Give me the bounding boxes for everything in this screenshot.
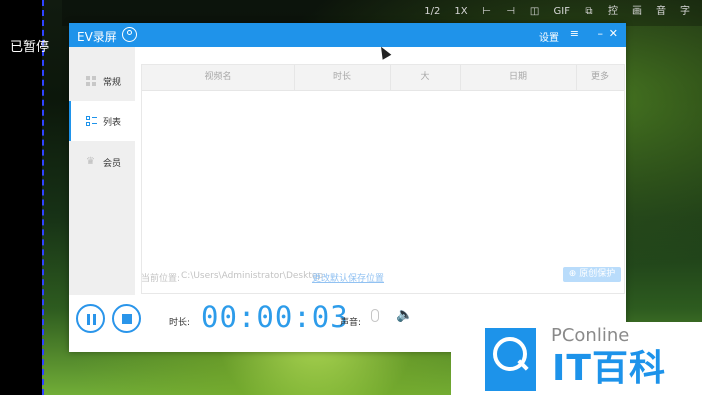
change-save-location-link[interactable]: 更改默认保存位置 <box>312 271 384 284</box>
sidebar: 常规 列表 ♛ 会员 <box>69 47 135 295</box>
path-label: 当前位置: <box>141 274 181 284</box>
page-indicator[interactable]: 1/2 <box>424 6 440 18</box>
menu-icon[interactable]: ≡ <box>570 27 579 40</box>
paused-status-text: 已暂停 <box>10 40 50 55</box>
trim-end-icon[interactable]: ⊣ <box>506 6 516 18</box>
microphone-icon[interactable] <box>371 309 379 322</box>
text-button[interactable]: 字 <box>680 6 690 18</box>
pause-button[interactable] <box>76 304 105 333</box>
sidebar-item-label: 常规 <box>103 77 122 88</box>
watermark-product: IT百科 <box>552 348 666 389</box>
sidebar-item-label: 列表 <box>103 117 122 128</box>
duration-label: 时长: <box>169 318 191 328</box>
speaker-icon[interactable]: 🔈 <box>396 308 413 322</box>
column-header-date[interactable]: 日期 <box>460 65 577 90</box>
sound-label: 声音: <box>340 318 362 328</box>
path-value: C:\Users\Administrator\Desktop <box>181 271 324 281</box>
crown-icon: ♛ <box>86 156 95 167</box>
gif-button[interactable]: GIF <box>554 6 570 18</box>
user-icon[interactable] <box>122 27 137 42</box>
sidebar-item-label: 会员 <box>103 158 122 169</box>
close-icon[interactable]: ✕ <box>609 27 618 40</box>
crop-icon[interactable]: ◫ <box>530 6 540 18</box>
table-header: 视频名 时长 大 日期 更多 <box>142 65 624 91</box>
original-protection-button[interactable]: ⊕ 原创保护 <box>563 267 621 282</box>
stop-button[interactable] <box>112 304 141 333</box>
pause-icon <box>87 314 90 325</box>
video-list-table: 视频名 时长 大 日期 更多 <box>141 64 625 294</box>
list-icon <box>86 116 97 126</box>
minimize-icon[interactable]: – <box>598 27 604 40</box>
control-button[interactable]: 控 <box>608 6 618 18</box>
top-toolbar: 1/2 1X ⊢ ⊣ ◫ GIF ⧉ 控 画 音 字 <box>424 6 690 18</box>
pconline-watermark: PConline IT百科 <box>451 322 702 395</box>
stop-icon <box>122 314 132 324</box>
column-header-more[interactable]: 更多 <box>576 65 624 90</box>
column-header-duration[interactable]: 时长 <box>294 65 391 90</box>
save-path-row: 当前位置: C:\Users\Administrator\Desktop 更改默… <box>141 268 623 286</box>
column-header-size[interactable]: 大 <box>390 65 461 90</box>
audio-button[interactable]: 音 <box>656 6 666 18</box>
sidebar-item-member[interactable]: ♛ 会员 <box>69 142 135 182</box>
grid-icon <box>86 76 96 86</box>
settings-button[interactable]: 设置 <box>539 29 559 44</box>
sidebar-item-general[interactable]: 常规 <box>69 61 135 101</box>
speed-indicator[interactable]: 1X <box>454 6 467 18</box>
search-magnifier-icon <box>493 337 527 371</box>
recording-timer: 00:00:03 <box>201 300 349 334</box>
app-title: EV录屏 <box>77 30 117 44</box>
trim-start-icon[interactable]: ⊢ <box>482 6 492 18</box>
title-bar: EV录屏 设置 ≡ – ✕ <box>69 23 626 47</box>
sidebar-item-list[interactable]: 列表 <box>69 101 135 141</box>
capture-boundary-line <box>42 0 44 395</box>
column-header-name[interactable]: 视频名 <box>142 65 295 90</box>
draw-button[interactable]: 画 <box>632 6 642 18</box>
watermark-brand: PConline <box>551 325 630 346</box>
ev-recorder-window: EV录屏 设置 ≡ – ✕ 常规 列表 ♛ 会员 视频名 时长 大 日期 更多 … <box>69 23 626 352</box>
copy-icon[interactable]: ⧉ <box>584 6 594 18</box>
left-black-panel <box>0 0 42 395</box>
